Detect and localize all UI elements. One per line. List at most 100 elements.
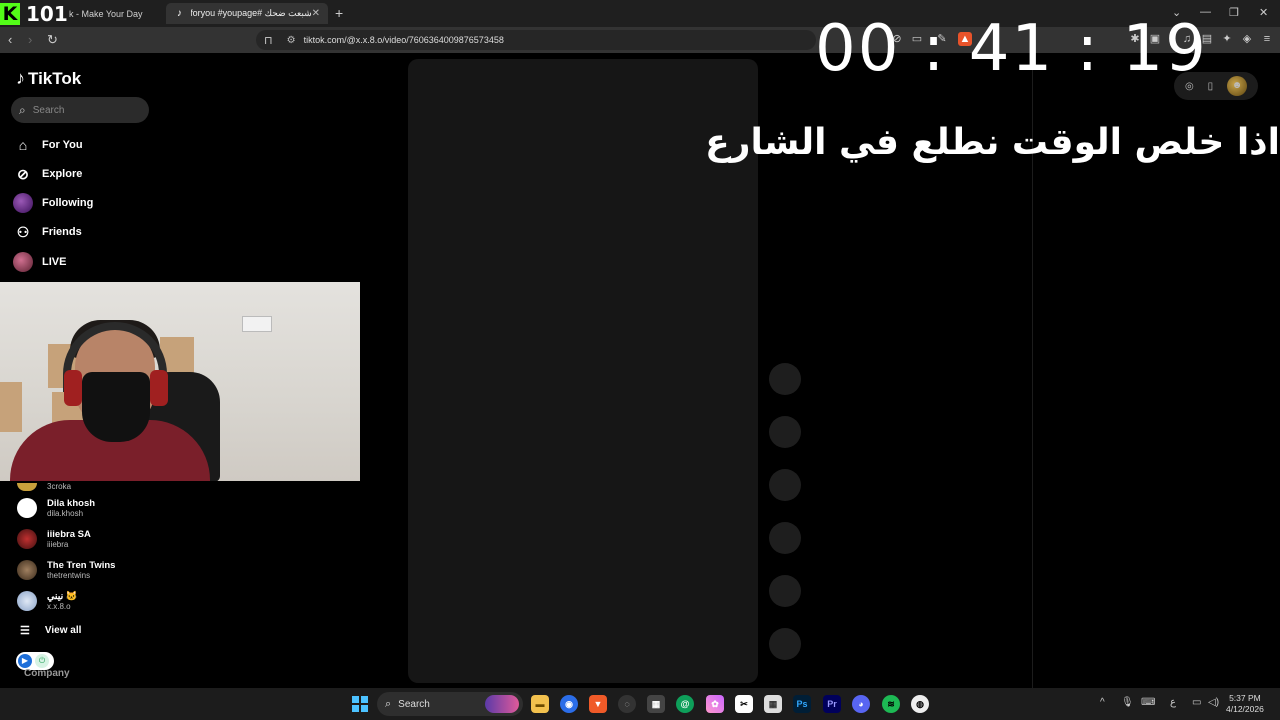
- view-all-link[interactable]: ☰ View all: [20, 624, 81, 637]
- search-placeholder: Search: [32, 104, 65, 116]
- back-icon[interactable]: ‹: [8, 32, 12, 47]
- save-button[interactable]: [769, 522, 801, 554]
- search-highlight-image: [485, 695, 519, 713]
- comment-button[interactable]: [769, 469, 801, 501]
- app-icon[interactable]: @: [676, 695, 694, 713]
- wall-outlet: [242, 316, 272, 332]
- nav-following[interactable]: Following: [13, 192, 93, 214]
- microphone-icon[interactable]: 🎙: [1121, 697, 1134, 708]
- capcut-icon[interactable]: ✂: [735, 695, 753, 713]
- close-tab-icon[interactable]: ✕: [312, 8, 320, 19]
- power-icon: ⏻: [35, 654, 49, 668]
- following-avatar-icon: [13, 193, 33, 213]
- brave-browser-icon[interactable]: ▼: [589, 695, 607, 713]
- following-account[interactable]: 3croka: [17, 475, 71, 491]
- tiktok-note-icon: ♪: [16, 68, 25, 88]
- app-icon[interactable]: ◉: [560, 695, 578, 713]
- following-account[interactable]: The Tren Twins thetrentwins: [17, 557, 115, 583]
- creator-avatar-button[interactable]: [769, 363, 801, 395]
- search-icon: ⌕: [19, 102, 26, 117]
- brand-number: 101: [26, 2, 68, 26]
- nav-for-you[interactable]: ⌂ For You: [13, 134, 83, 156]
- tab-title: شبعت ضحك #foryou #youpage: [190, 8, 312, 18]
- headset-earcup: [150, 370, 168, 406]
- input-language[interactable]: ع: [1170, 697, 1176, 708]
- like-button[interactable]: [769, 416, 801, 448]
- account-name: The Tren Twins: [47, 560, 116, 571]
- nav-friends[interactable]: ⚇ Friends: [13, 221, 82, 243]
- menu-icon[interactable]: ≡: [1260, 32, 1274, 46]
- account-handle: 3croka: [47, 482, 72, 491]
- app-icon[interactable]: ◍: [911, 695, 929, 713]
- account-name: Dila khosh: [47, 498, 96, 509]
- nav-label: For You: [42, 139, 83, 151]
- stream-timer: 00 : 41 : 19: [815, 12, 1208, 86]
- network-icon[interactable]: ▭: [1192, 697, 1201, 708]
- friends-icon: ⚇: [16, 223, 30, 240]
- tiktok-logo[interactable]: ♪ TikTok: [16, 68, 81, 89]
- nav-label: LIVE: [42, 256, 67, 268]
- device-icon[interactable]: ▯: [1208, 81, 1214, 92]
- calculator-icon[interactable]: ▦: [764, 695, 782, 713]
- nav-explore[interactable]: ⊘ Explore: [13, 163, 82, 185]
- account-name: iiiebra SA: [47, 529, 91, 540]
- file-explorer-icon[interactable]: ▬: [531, 695, 549, 713]
- premiere-icon[interactable]: Pr: [823, 695, 841, 713]
- url-bar[interactable]: ⊓ ⚙ tiktok.com/@x.x.8.o/video/7606364009…: [256, 30, 816, 50]
- keyboard-icon[interactable]: ⌨: [1141, 697, 1155, 708]
- windows-start-icon[interactable]: [352, 696, 368, 712]
- bookmark-icon[interactable]: ⊓: [264, 34, 273, 47]
- following-account[interactable]: iiiebra SA iiiebra: [17, 526, 91, 552]
- account-avatar: [17, 529, 37, 549]
- tab-tiktok-video[interactable]: ♪ شبعت ضحك #foryou #youpage ✕: [166, 3, 328, 24]
- account-avatar: [17, 498, 37, 518]
- system-clock[interactable]: 5:37 PM 4/12/2026: [1226, 693, 1264, 715]
- search-input[interactable]: ⌕ Search: [11, 97, 149, 123]
- stream-caption: اذا خلص الوقت نطلع في الشارع: [705, 122, 1280, 163]
- tray-chevron-icon[interactable]: ^: [1100, 697, 1105, 708]
- clock-date: 4/12/2026: [1226, 704, 1264, 714]
- account-avatar: [17, 560, 37, 580]
- following-account[interactable]: Dila khosh dila.khosh: [17, 495, 95, 521]
- account-avatar: [17, 591, 37, 611]
- nav-label: Following: [42, 197, 94, 209]
- list-icon: ☰: [20, 625, 30, 637]
- restore-button[interactable]: ❐: [1229, 6, 1239, 19]
- obs-icon[interactable]: ◌: [618, 695, 636, 713]
- volume-icon[interactable]: ◁): [1208, 697, 1219, 708]
- account-handle: x.x.8.o: [47, 602, 71, 611]
- nav-label: Friends: [42, 226, 82, 238]
- photos-icon[interactable]: ✿: [706, 695, 724, 713]
- live-avatar-icon: [13, 252, 33, 272]
- spotify-icon[interactable]: ≋: [882, 695, 900, 713]
- site-info-icon[interactable]: ⚙: [287, 35, 296, 46]
- company-link[interactable]: Company: [24, 668, 70, 679]
- kick-logo: K: [0, 3, 20, 25]
- forward-icon[interactable]: ›: [28, 32, 32, 47]
- account-handle: thetrentwins: [47, 571, 91, 580]
- account-handle: iiiebra: [47, 540, 69, 549]
- clock-time: 5:37 PM: [1229, 693, 1261, 703]
- account-name: نيني 🐱: [47, 591, 78, 602]
- nav-live[interactable]: LIVE: [13, 251, 66, 273]
- music-disc-button[interactable]: [769, 628, 801, 660]
- vpn-icon[interactable]: ◈: [1240, 32, 1254, 46]
- following-account[interactable]: نيني 🐱 x.x.8.o: [17, 588, 78, 614]
- tiktok-icon: ♪: [176, 8, 182, 19]
- account-handle: dila.khosh: [47, 509, 84, 518]
- app-icon[interactable]: ▦: [647, 695, 665, 713]
- home-icon: ⌂: [18, 137, 28, 153]
- close-window-button[interactable]: ✕: [1259, 6, 1268, 19]
- reload-icon[interactable]: ↻: [47, 32, 58, 48]
- taskbar-search[interactable]: ⌕ Search: [377, 692, 523, 716]
- discord-icon[interactable]: ◕: [852, 695, 870, 713]
- webcam-overlay: [0, 282, 360, 481]
- profile-avatar[interactable]: ☻: [1227, 76, 1248, 96]
- leo-ai-icon[interactable]: ✦: [1220, 32, 1234, 46]
- new-tab-button[interactable]: +: [335, 5, 343, 21]
- photoshop-icon[interactable]: Ps: [793, 695, 811, 713]
- tab-title: k - Make Your Day: [69, 8, 143, 19]
- view-all-label: View all: [44, 625, 82, 636]
- share-button[interactable]: [769, 575, 801, 607]
- windows-taskbar: ⌕ Search ▬ ◉ ▼ ◌ ▦ @ ✿ ✂ ▦ Ps Pr ◕ ≋ ◍ ^…: [0, 688, 1280, 720]
